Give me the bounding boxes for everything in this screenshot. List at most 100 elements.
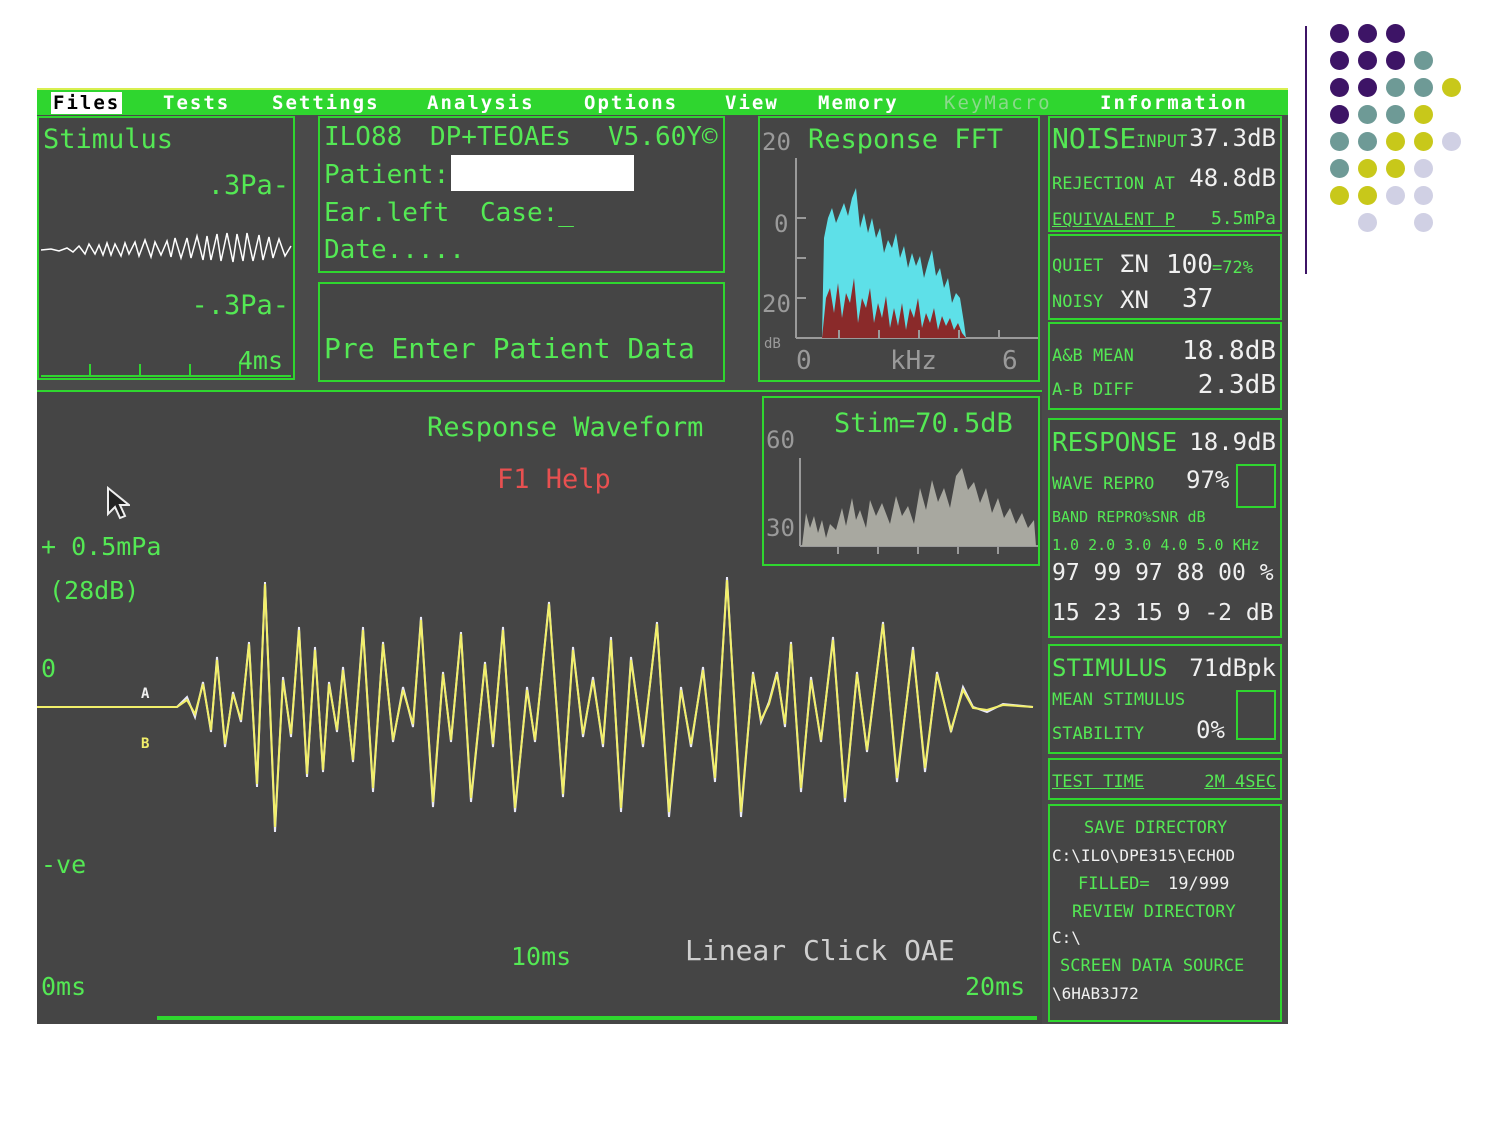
stim-spectrum-panel: Stim=70.5dB 60 30 [762,396,1040,566]
ear-label: Ear.left [324,198,450,228]
stimulus-trace [41,232,292,263]
time-start-label: 0ms [41,972,87,1001]
waveform-title: Response Waveform [427,412,704,443]
decorative-dot [1414,78,1433,97]
stimulus-stat-label: STIMULUS [1052,654,1168,682]
trace-b [37,576,1034,833]
mode-label: DP+TEOAEs [430,122,571,152]
decorative-dot [1414,213,1433,232]
wave-repro-value: 97% [1186,466,1230,494]
ab-diff-value: 2.3dB [1197,370,1276,400]
stim-y-top: 60 [766,426,795,454]
decorative-dot [1442,132,1461,151]
test-time-label: TEST TIME [1052,772,1145,792]
ab-panel: A&B MEAN 18.8dB A-B DIFF 2.3dB [1048,322,1282,410]
patient-name-field[interactable] [451,155,634,191]
time-end-label: 20ms [965,972,1026,1001]
trace-a [37,579,1034,828]
decorative-dot [1414,159,1433,178]
decorative-dot [1358,24,1377,43]
case-label: Case:_ [480,198,574,228]
decorative-dot [1358,213,1377,232]
decorative-dot [1358,78,1377,97]
fft-y-top: 20 [762,128,791,156]
menu-view[interactable]: View [725,92,779,114]
ab-mean-label: A&B MEAN [1052,346,1134,366]
fft-unit: dB [764,336,781,352]
band-repro-label: BAND REPRO%SNR dB [1052,508,1206,526]
decorative-dot [1414,132,1433,151]
input-value: 37.3dB [1189,124,1276,152]
waveform-bottom-axis [157,1016,1037,1020]
noise-label: NOISE [1052,122,1137,155]
decorative-dot [1330,105,1349,124]
stimulus-title: Stimulus [43,124,174,155]
stim-y-bot: 30 [766,514,795,542]
response-fft-panel: Response FFT 20 0 20 dB 0 kHz 6 [758,116,1040,382]
rejection-label: REJECTION AT [1052,174,1175,194]
menu-analysis[interactable]: Analysis [427,92,535,114]
stability-value: 0% [1196,716,1225,744]
menu-memory[interactable]: Memory [818,92,899,114]
noisy-label: NOISY [1052,292,1104,312]
decorative-divider-line [1305,26,1307,274]
decorative-dot [1358,105,1377,124]
decorative-dot [1330,159,1349,178]
response-waveform-trace [37,576,1034,833]
ab-mean-value: 18.8dB [1182,336,1276,366]
filled-value: 19/999 [1168,874,1230,894]
decorative-dot [1358,186,1377,205]
decorative-dot [1330,132,1349,151]
decorative-dot [1414,186,1433,205]
stimulus-time-label: 4ms [237,346,283,375]
stim-spectrum-plot [799,458,1038,554]
stimulus-stats-panel: STIMULUS 71dBpk MEAN STIMULUS STABILITY … [1048,644,1282,754]
version-label: V5.60Y© [608,122,718,152]
prompt-text: Pre Enter Patient Data [324,332,695,365]
band-frequencies: 1.0 2.0 3.0 4.0 5.0 KHz [1052,536,1260,554]
response-label: RESPONSE [1052,428,1178,458]
quiet-value: 100 [1166,250,1213,280]
ab-diff-label: A-B DIFF [1052,380,1134,400]
axis-tick [89,364,91,375]
menu-bar: Files Tests Settings Analysis Options Vi… [37,88,1288,115]
menu-tests[interactable]: Tests [163,92,230,114]
decorative-dot [1386,105,1405,124]
decorative-dot [1330,51,1349,70]
screen-data-source-value: \6HAB3J72 [1052,984,1139,1003]
screen-data-source-label: SCREEN DATA SOURCE [1060,956,1245,976]
decorative-dot [1386,78,1405,97]
decorative-dot [1358,132,1377,151]
menu-files[interactable]: Files [51,92,123,114]
fft-x-end: 6 [1002,346,1018,376]
menu-options[interactable]: Options [584,92,678,114]
input-label: INPUT [1136,132,1188,152]
review-directory-label: REVIEW DIRECTORY [1072,902,1236,922]
fft-x-start: 0 [796,346,812,376]
review-directory-path: C:\ [1052,928,1081,947]
decorative-dot [1330,78,1349,97]
stimulus-bottom-label: -.3Pa- [191,290,289,321]
fft-x-unit: kHz [890,346,937,376]
stimulus-top-label: .3Pa- [207,170,289,201]
fft-title: Response FFT [808,124,1004,155]
fft-plot [795,158,1038,339]
decorative-dot [1330,24,1349,43]
wave-repro-label: WAVE REPRO [1052,474,1155,494]
time-mid-label: 10ms [511,942,572,971]
decorative-dot [1386,132,1405,151]
noisy-value: 37 [1182,284,1214,314]
menu-information[interactable]: Information [1100,92,1248,114]
quiet-symbol: ΣN [1120,250,1149,278]
decorative-dot [1358,159,1377,178]
device-label: ILO88 [324,122,403,152]
date-label: Date..... [324,235,465,265]
decorative-dot [1442,78,1461,97]
menu-settings[interactable]: Settings [272,92,380,114]
axis-tick [189,364,191,375]
noise-panel: NOISE INPUT 37.3dB REJECTION AT 48.8dB E… [1048,116,1282,232]
save-directory-label: SAVE DIRECTORY [1084,818,1228,838]
test-time-value: 2M 4SEC [1204,772,1276,792]
directory-panel: SAVE DIRECTORY C:\ILO\DPE315\ECHOD FILLE… [1048,804,1282,1022]
stim-spectrum-area [802,468,1036,546]
